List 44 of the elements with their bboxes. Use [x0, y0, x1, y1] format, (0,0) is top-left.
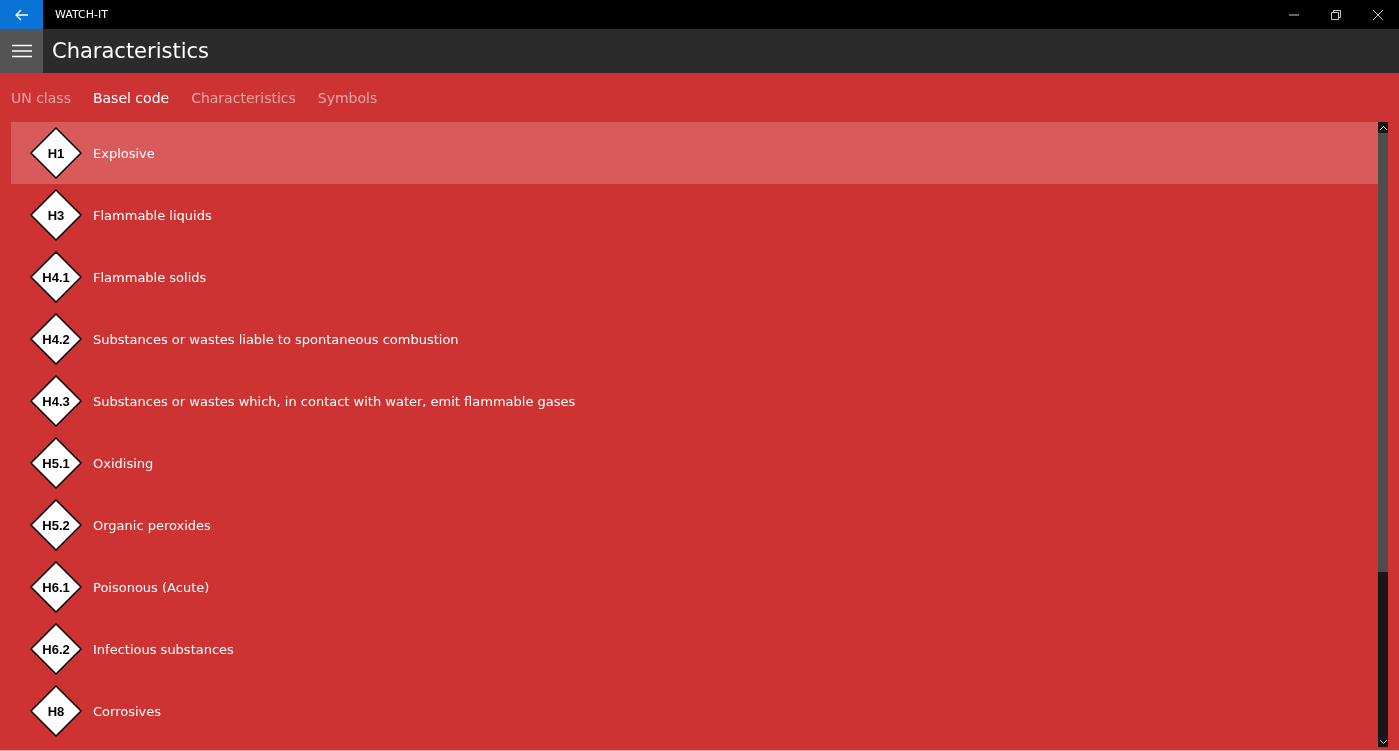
hazard-diamond-badge: H6.1	[30, 561, 82, 613]
item-label: Corrosives	[93, 703, 161, 719]
list-item[interactable]: H4.2 Substances or wastes liable to spontaneous combustion	[11, 308, 1378, 370]
tab[interactable]: Basel code	[92, 89, 170, 106]
hazard-diamond-badge: H5.2	[30, 499, 82, 551]
list-item[interactable]: H3 Flammable liquids	[11, 184, 1378, 246]
item-label: Oxidising	[93, 455, 154, 471]
hazard-diamond-badge: H6.2	[30, 623, 82, 675]
window-title: WATCH-IT	[55, 8, 109, 21]
item-label: Flammable liquids	[93, 207, 212, 223]
menu-button[interactable]	[0, 29, 43, 73]
list-item[interactable]: H5.1 Oxidising	[11, 432, 1378, 494]
item-label: Organic peroxides	[93, 517, 211, 533]
list-item[interactable]: H6.1 Poisonous (Acute)	[11, 556, 1378, 618]
restore-icon	[1331, 9, 1341, 20]
item-label: Substances or wastes which, in contact with water, emit flammable gases	[93, 393, 576, 409]
back-arrow-icon	[14, 8, 29, 21]
close-icon	[1373, 9, 1383, 20]
item-label: Poisonous (Acute)	[93, 579, 210, 595]
hazard-diamond-badge: H8	[30, 685, 82, 737]
list-item[interactable]: H1 Explosive	[11, 122, 1378, 184]
list-item[interactable]: H8 Corrosives	[11, 680, 1378, 742]
list-item[interactable]: H4.1 Flammable solids	[11, 246, 1378, 308]
list-item[interactable]: H6.2 Infectious substances	[11, 618, 1378, 680]
caret-down-icon	[1379, 739, 1387, 744]
item-label: Flammable solids	[93, 269, 207, 285]
scroll-thumb[interactable]	[1378, 133, 1388, 572]
hazard-diamond-badge: H3	[30, 189, 82, 241]
hazard-diamond-badge: H4.2	[30, 313, 82, 365]
item-label: Infectious substances	[93, 641, 234, 657]
item-label: Substances or wastes liable to spontaneous combustion	[93, 331, 459, 347]
caret-up-icon	[1379, 125, 1387, 130]
menu-icon	[11, 44, 32, 58]
minimize-icon	[1289, 13, 1299, 16]
list-item[interactable]: H5.2 Organic peroxides	[11, 494, 1378, 556]
scrollbar[interactable]	[1378, 122, 1388, 747]
back-button[interactable]	[0, 0, 43, 29]
hazard-diamond-badge: H1	[30, 127, 82, 179]
hazard-diamond-badge: H4.1	[30, 251, 82, 303]
hazard-diamond-badge: H4.3	[30, 375, 82, 427]
hazard-diamond-badge: H5.1	[30, 437, 82, 489]
page-title: Characteristics	[52, 39, 209, 63]
item-label: Explosive	[93, 145, 155, 161]
list-item[interactable]: H4.3 Substances or wastes which, in contact with water, emit flammable gases	[11, 370, 1378, 432]
